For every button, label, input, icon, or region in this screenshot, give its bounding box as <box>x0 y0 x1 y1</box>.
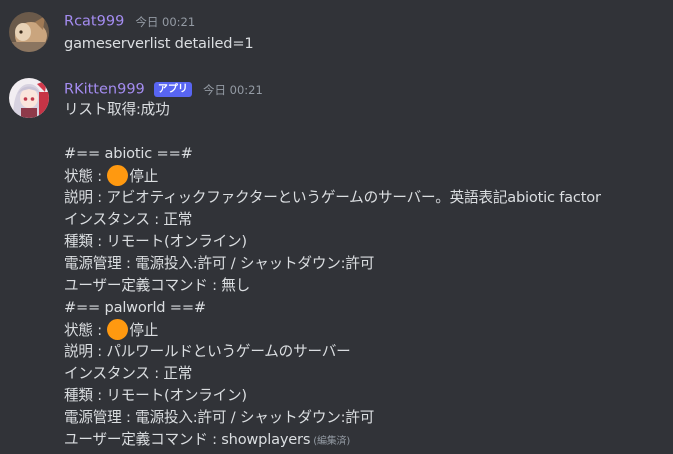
status-label: 状態 : <box>64 168 107 185</box>
message-line: ユーザー定義コマンド : showplayers (編集済) <box>64 429 350 451</box>
status-value: 停止 <box>129 168 159 185</box>
message-rcat999: Rcat999 今日 00:21 gameserverlist detailed… <box>0 0 673 70</box>
status-line: 状態 : 停止 <box>64 165 158 187</box>
message-rkitten999: RKitten999 アプリ 今日 00:21 リスト取得:成功 #== abi… <box>0 70 673 454</box>
status-line: 状態 : 停止 <box>64 319 158 341</box>
avatar[interactable] <box>9 78 49 118</box>
message-line: 種類 : リモート(オンライン) <box>64 233 247 250</box>
username[interactable]: RKitten999 <box>64 82 145 98</box>
message-line: #== abiotic ==# <box>64 145 193 162</box>
message-line: #== palworld ==# <box>64 299 206 316</box>
message-line: 種類 : リモート(オンライン) <box>64 387 247 404</box>
avatar[interactable] <box>9 12 49 52</box>
anime-girl-avatar-icon <box>9 78 49 118</box>
cat-photo-avatar-icon <box>9 12 49 52</box>
message-line: リスト取得:成功 <box>64 101 170 118</box>
app-badge: アプリ <box>153 82 192 97</box>
edited-indicator[interactable]: (編集済) <box>313 436 350 447</box>
message-line: ユーザー定義コマンド : 無し <box>64 277 251 294</box>
timestamp[interactable]: 今日 00:21 <box>135 15 195 29</box>
custom-command-text: ユーザー定義コマンド : showplayers <box>64 431 311 448</box>
timestamp[interactable]: 今日 00:21 <box>203 83 263 97</box>
message-line: 電源管理 : 電源投入:許可 / シャットダウン:許可 <box>64 255 375 272</box>
message-line: 電源管理 : 電源投入:許可 / シャットダウン:許可 <box>64 409 375 426</box>
message-line: 説明 : パルワールドというゲームのサーバー <box>64 343 351 360</box>
username[interactable]: Rcat999 <box>64 14 124 30</box>
message-content: gameserverlist detailed=1 <box>64 35 254 52</box>
status-value: 停止 <box>129 322 159 339</box>
message-header: RKitten999 アプリ 今日 00:21 <box>64 79 263 98</box>
message-line: インスタンス : 正常 <box>64 365 193 382</box>
orange-circle-icon <box>107 319 129 340</box>
message-line: インスタンス : 正常 <box>64 211 193 228</box>
status-label: 状態 : <box>64 322 107 339</box>
message-line: 説明 : アビオティックファクターというゲームのサーバー。英語表記abiotic… <box>64 189 601 206</box>
message-header: Rcat999 今日 00:21 <box>64 11 195 30</box>
orange-circle-icon <box>107 165 129 186</box>
